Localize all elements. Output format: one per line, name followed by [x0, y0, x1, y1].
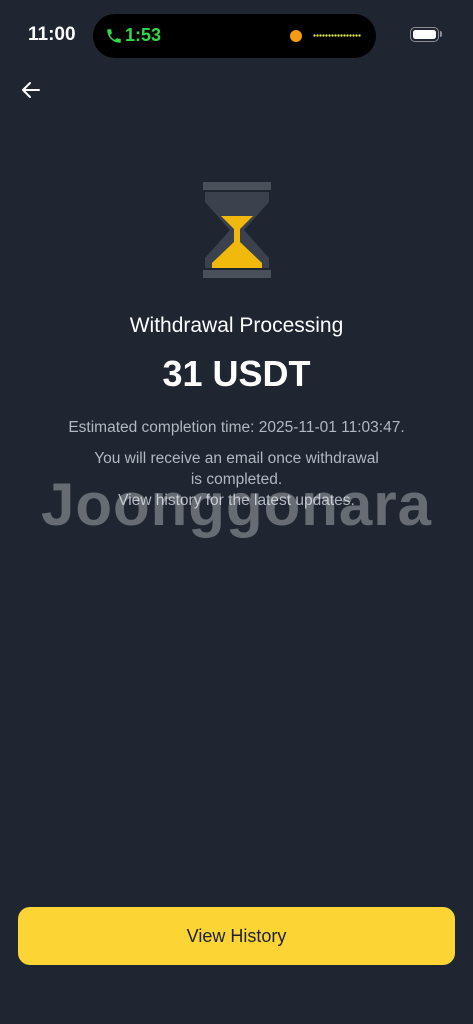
info-line: You will receive an email once withdrawa… [94, 450, 379, 467]
dynamic-island[interactable]: 1:53 [93, 14, 376, 58]
hourglass-icon [200, 180, 274, 280]
battery-icon [410, 27, 439, 42]
audio-waveform-icon [313, 34, 361, 37]
view-history-button[interactable]: View History [18, 907, 455, 965]
battery-level [413, 30, 436, 39]
camera-indicator-icon [290, 30, 302, 42]
estimated-completion-time: Estimated completion time: 2025-11-01 11… [68, 419, 405, 436]
call-duration: 1:53 [125, 25, 162, 45]
status-title: Withdrawal Processing [129, 314, 344, 337]
back-button[interactable] [18, 78, 46, 102]
info-line: is completed. [190, 471, 283, 488]
status-time: 11:00 [28, 24, 76, 45]
info-line: View history for the latest updates. [118, 492, 355, 509]
withdrawal-amount: 31 USDT [162, 353, 311, 394]
arrow-left-icon [22, 82, 40, 98]
battery-tip [440, 31, 442, 37]
info-message: You will receive an email once withdrawa… [0, 448, 473, 511]
phone-icon [107, 29, 121, 43]
